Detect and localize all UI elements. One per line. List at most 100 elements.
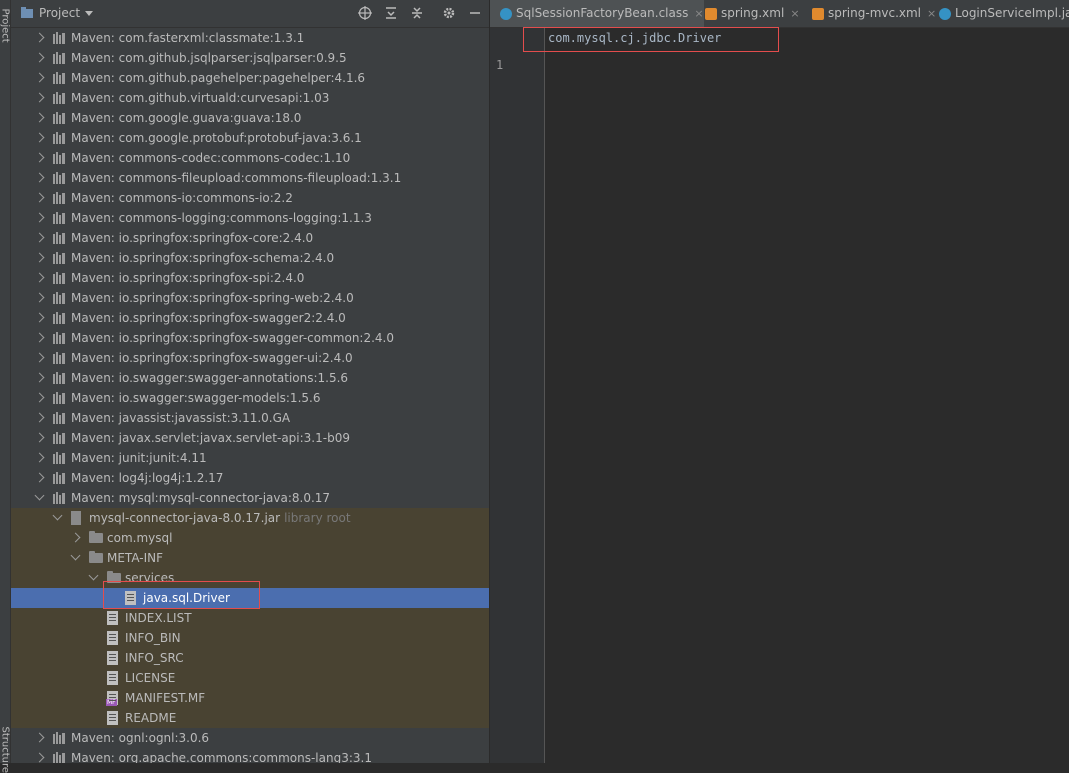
chevron-right-icon[interactable] <box>34 472 45 483</box>
tree-row[interactable]: Maven: com.fasterxml:classmate:1.3.1 <box>11 28 489 48</box>
tree-row-label: Maven: commons-codec:commons-codec:1.10 <box>71 151 351 165</box>
tree-row-label: Maven: com.github.virtuald:curvesapi:1.0… <box>71 91 330 105</box>
tree-row[interactable]: mysql-connector-java-8.0.17.jar library r… <box>11 508 489 528</box>
tree-row[interactable]: INFO_BIN <box>11 628 489 648</box>
tree-row[interactable]: Maven: io.swagger:swagger-annotations:1.… <box>11 368 489 388</box>
chevron-down-icon[interactable] <box>70 550 81 561</box>
chevron-right-icon[interactable] <box>34 152 45 163</box>
chevron-right-icon[interactable] <box>34 52 45 63</box>
chevron-right-icon[interactable] <box>34 192 45 203</box>
tree-row[interactable]: Maven: mysql:mysql-connector-java:8.0.17 <box>11 488 489 508</box>
editor-tab-label: spring-mvc.xml <box>828 6 922 20</box>
tree-row[interactable]: Maven: io.springfox:springfox-swagger-ui… <box>11 348 489 368</box>
tree-row[interactable]: Maven: io.swagger:swagger-models:1.5.6 <box>11 388 489 408</box>
chevron-right-icon[interactable] <box>34 412 45 423</box>
tree-row[interactable]: META-INF <box>11 548 489 568</box>
tree-row[interactable]: Maven: log4j:log4j:1.2.17 <box>11 468 489 488</box>
chevron-right-icon[interactable] <box>34 452 45 463</box>
tree-row[interactable]: INFO_SRC <box>11 648 489 668</box>
chevron-right-icon[interactable] <box>34 132 45 143</box>
chevron-right-icon[interactable] <box>34 252 45 263</box>
tree-row[interactable]: Maven: io.springfox:springfox-schema:2.4… <box>11 248 489 268</box>
tree-row-label: com.mysql <box>107 531 173 545</box>
tree-row-label: Maven: io.springfox:springfox-spi:2.4.0 <box>71 271 305 285</box>
chevron-right-icon[interactable] <box>34 732 45 743</box>
editor-tab[interactable]: SqlSessionFactoryBean.class × <box>490 0 704 27</box>
chevron-right-icon[interactable] <box>34 172 45 183</box>
project-tool-button[interactable]: Project <box>0 9 11 43</box>
chevron-down-icon[interactable] <box>34 490 45 501</box>
editor-area: SqlSessionFactoryBean.class × spring.xml × s… <box>490 0 1069 763</box>
tree-row[interactable]: Maven: com.github.virtuald:curvesapi:1.0… <box>11 88 489 108</box>
tree-row[interactable]: LICENSE <box>11 668 489 688</box>
editor-tab[interactable]: spring-mvc.xml × <box>802 0 936 27</box>
tree-row-label: Maven: javax.servlet:javax.servlet-api:3… <box>71 431 350 445</box>
tree-row[interactable]: Maven: com.github.jsqlparser:jsqlparser:… <box>11 48 489 68</box>
tree-row[interactable]: Maven: javax.servlet:javax.servlet-api:3… <box>11 428 489 448</box>
chevron-right-icon[interactable] <box>34 392 45 403</box>
chevron-right-icon[interactable] <box>34 332 45 343</box>
library-icon <box>53 32 65 44</box>
tree-row[interactable]: README <box>11 708 489 728</box>
chevron-right-icon[interactable] <box>34 212 45 223</box>
tree-row[interactable]: Maven: commons-io:commons-io:2.2 <box>11 188 489 208</box>
chevron-right-icon[interactable] <box>34 112 45 123</box>
tree-row[interactable]: Maven: org.apache.commons:commons-lang3:… <box>11 748 489 763</box>
tree-row-label: Maven: mysql:mysql-connector-java:8.0.17 <box>71 491 331 505</box>
chevron-right-icon[interactable] <box>34 72 45 83</box>
minimize-icon[interactable] <box>468 6 482 20</box>
chevron-right-icon[interactable] <box>34 352 45 363</box>
chevron-right-icon[interactable] <box>34 32 45 43</box>
project-panel: Project Maven: com.fasterxml:classmate:1… <box>11 0 489 763</box>
tree-row[interactable]: Maven: com.google.guava:guava:18.0 <box>11 108 489 128</box>
expand-all-icon[interactable] <box>384 6 398 20</box>
chevron-right-icon[interactable] <box>34 312 45 323</box>
chevron-right-icon[interactable] <box>70 532 81 543</box>
tree-row-label: Maven: ognl:ognl:3.0.6 <box>71 731 210 745</box>
tree-row[interactable]: Maven: com.github.pagehelper:pagehelper:… <box>11 68 489 88</box>
structure-tool-button[interactable]: Structure <box>0 727 11 773</box>
gear-icon[interactable] <box>442 6 456 20</box>
collapse-all-icon[interactable] <box>410 6 424 20</box>
chevron-right-icon[interactable] <box>34 372 45 383</box>
view-dropdown-icon[interactable] <box>85 11 93 16</box>
chevron-down-icon[interactable] <box>88 570 99 581</box>
chevron-down-icon[interactable] <box>52 510 63 521</box>
tree-row[interactable]: Maven: io.springfox:springfox-swagger-co… <box>11 328 489 348</box>
file-icon <box>107 651 118 665</box>
chevron-right-icon[interactable] <box>34 752 45 763</box>
library-icon <box>53 72 65 84</box>
chevron-right-icon[interactable] <box>34 432 45 443</box>
tree-row[interactable]: Maven: commons-fileupload:commons-fileup… <box>11 168 489 188</box>
tree-row-hint: library root <box>284 511 351 525</box>
tree-row[interactable]: INDEX.LIST <box>11 608 489 628</box>
tree-row[interactable]: Maven: io.springfox:springfox-spi:2.4.0 <box>11 268 489 288</box>
tree-row[interactable]: Maven: com.google.protobuf:protobuf-java… <box>11 128 489 148</box>
tree-row-label: Maven: commons-io:commons-io:2.2 <box>71 191 293 205</box>
tree-row[interactable]: Maven: javassist:javassist:3.11.0.GA <box>11 408 489 428</box>
close-tab-icon[interactable]: × <box>790 7 799 20</box>
tree-row-label: Maven: io.swagger:swagger-models:1.5.6 <box>71 391 321 405</box>
editor-tab[interactable]: LoginServiceImpl.java <box>929 0 1069 27</box>
library-icon <box>53 172 65 184</box>
tree-row[interactable]: Maven: commons-logging:commons-logging:1… <box>11 208 489 228</box>
tree-row[interactable]: Maven: commons-codec:commons-codec:1.10 <box>11 148 489 168</box>
editor-tab[interactable]: spring.xml × <box>695 0 800 27</box>
tree-row[interactable]: Maven: io.springfox:springfox-core:2.4.0 <box>11 228 489 248</box>
tree-row-label: LICENSE <box>125 671 176 685</box>
tree-row[interactable]: Maven: io.springfox:springfox-swagger2:2… <box>11 308 489 328</box>
tree-row[interactable]: com.mysql <box>11 528 489 548</box>
tree-row[interactable]: Maven: io.springfox:springfox-spring-web… <box>11 288 489 308</box>
line-gutter: 1 <box>490 28 545 763</box>
chevron-right-icon[interactable] <box>34 292 45 303</box>
tree-row[interactable]: Maven: ognl:ognl:3.0.6 <box>11 728 489 748</box>
chevron-right-icon[interactable] <box>34 92 45 103</box>
tree-row-label: Maven: io.springfox:springfox-core:2.4.0 <box>71 231 314 245</box>
chevron-right-icon[interactable] <box>34 232 45 243</box>
tree-row[interactable]: MF MANIFEST.MF <box>11 688 489 708</box>
tree-row[interactable]: Maven: junit:junit:4.11 <box>11 448 489 468</box>
class-file-icon <box>939 7 951 20</box>
target-icon[interactable] <box>358 6 372 20</box>
chevron-right-icon[interactable] <box>34 272 45 283</box>
project-view-title[interactable]: Project <box>39 6 80 20</box>
